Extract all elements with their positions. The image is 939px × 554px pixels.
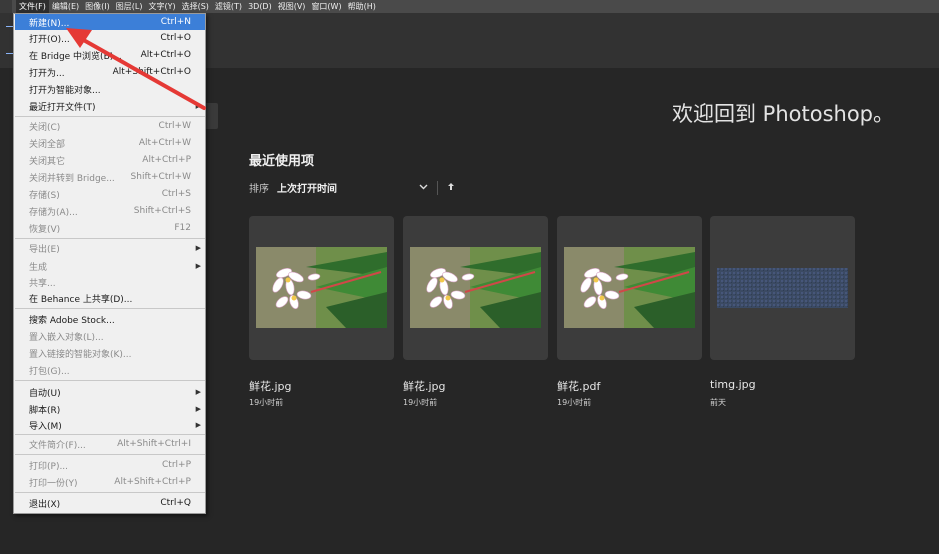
menu-item-search-adobe-stock[interactable]: 搜索 Adobe Stock... [15, 311, 205, 327]
menu-type[interactable]: 文字(Y) [145, 0, 178, 13]
menu-separator [15, 492, 205, 493]
menu-item-package[interactable]: 打包(G)... [15, 362, 205, 378]
recent-file-time: 19小时前 [249, 398, 284, 407]
menu-item-generate[interactable]: 生成 ▶ [15, 258, 205, 274]
arrow-up-icon[interactable] [448, 182, 454, 193]
menu-item-open-smart-object[interactable]: 打开为智能对象... [15, 81, 205, 97]
menu-item-print-one-copy[interactable]: 打印一份(Y) Alt+Shift+Ctrl+P [15, 474, 205, 490]
menu-separator [15, 308, 205, 309]
menu-item-open[interactable]: 打开(O)... Ctrl+O [15, 30, 205, 46]
menu-item-print[interactable]: 打印(P)... Ctrl+P [15, 457, 205, 473]
menu-item-exit[interactable]: 退出(X) Ctrl+Q [15, 495, 205, 511]
menu-item-file-info[interactable]: 文件简介(F)... Alt+Shift+Ctrl+I [15, 436, 205, 452]
menu-edit[interactable]: 编辑(E) [49, 0, 82, 13]
menu-3d[interactable]: 3D(D) [245, 0, 275, 13]
sort-divider [437, 180, 438, 195]
menu-item-save-as[interactable]: 存储为(A)... Shift+Ctrl+S [15, 203, 205, 219]
menu-item-open-as[interactable]: 打开为... Alt+Shift+Ctrl+O [15, 64, 205, 80]
recent-file-time: 19小时前 [557, 398, 592, 407]
menu-bar: 文件(F) 编辑(E) 图像(I) 图层(L) 文字(Y) 选择(S) 滤镜(T… [0, 0, 939, 13]
triangle-right-icon: ▶ [195, 421, 201, 429]
texture-thumbnail [717, 268, 848, 308]
menu-item-browse-bridge[interactable]: 在 Bridge 中浏览(B)... Alt+Ctrl+O [15, 47, 205, 63]
recent-file-time: 前天 [710, 398, 726, 407]
recent-file-name[interactable]: 鲜花.jpg [403, 378, 446, 394]
menu-item-place-embedded[interactable]: 置入嵌入对象(L)... [15, 328, 205, 344]
menu-separator [15, 454, 205, 455]
sort-dropdown[interactable]: 上次打开时间 [277, 180, 419, 195]
triangle-right-icon: ▶ [195, 244, 201, 252]
menu-separator [15, 238, 205, 239]
menu-item-close[interactable]: 关闭(C) Ctrl+W [15, 118, 205, 134]
welcome-heading: 欢迎回到 Photoshop。 [672, 102, 895, 126]
sort-controls: 排序 上次打开时间 [249, 180, 454, 195]
recent-file-name[interactable]: 鲜花.jpg [249, 378, 292, 394]
menu-item-automate[interactable]: 自动(U) ▶ [15, 384, 205, 400]
menu-select[interactable]: 选择(S) [179, 0, 212, 13]
flower-thumbnail [564, 247, 695, 328]
menu-item-scripts[interactable]: 脚本(R) ▶ [15, 401, 205, 417]
menu-separator [15, 116, 205, 117]
flower-thumbnail [256, 247, 387, 328]
menu-item-import[interactable]: 导入(M) ▶ [15, 417, 205, 433]
menu-item-close-to-bridge[interactable]: 关闭并转到 Bridge... Shift+Ctrl+W [15, 169, 205, 185]
menu-item-share-behance[interactable]: 在 Behance 上共享(D)... [15, 290, 205, 306]
recent-file-card[interactable] [403, 216, 548, 360]
file-menu-dropdown: 新建(N)... Ctrl+N 打开(O)... Ctrl+O 在 Bridge… [13, 13, 206, 514]
menu-item-save[interactable]: 存储(S) Ctrl+S [15, 186, 205, 202]
menu-item-new[interactable]: 新建(N)... Ctrl+N [15, 14, 205, 30]
recent-file-time: 19小时前 [403, 398, 438, 407]
menu-item-place-linked[interactable]: 置入链接的智能对象(K)... [15, 345, 205, 361]
photoshop-app-icon [0, 0, 12, 13]
recent-file-name[interactable]: timg.jpg [710, 378, 756, 391]
recent-file-card[interactable] [557, 216, 702, 360]
menu-help[interactable]: 帮助(H) [345, 0, 379, 13]
triangle-right-icon: ▶ [195, 388, 201, 396]
menu-separator [15, 380, 205, 381]
recent-file-card[interactable] [249, 216, 394, 360]
menu-item-export[interactable]: 导出(E) ▶ [15, 240, 205, 256]
menu-window[interactable]: 窗口(W) [308, 0, 344, 13]
recent-section-title: 最近使用项 [249, 154, 315, 169]
menu-file[interactable]: 文件(F) [16, 0, 49, 13]
menu-item-close-all[interactable]: 关闭全部 Alt+Ctrl+W [15, 135, 205, 151]
recent-file-card[interactable] [710, 216, 855, 360]
menu-view[interactable]: 视图(V) [275, 0, 309, 13]
menu-item-revert[interactable]: 恢复(V) F12 [15, 220, 205, 236]
menu-item-close-others[interactable]: 关闭其它 Alt+Ctrl+P [15, 152, 205, 168]
sort-label: 排序 [249, 184, 269, 195]
menu-separator [15, 434, 205, 435]
menu-item-share[interactable]: 共享... [15, 274, 205, 290]
chevron-down-icon[interactable] [419, 183, 433, 193]
menu-layer[interactable]: 图层(L) [113, 0, 146, 13]
triangle-right-icon: ▶ [195, 262, 201, 270]
recent-file-name[interactable]: 鲜花.pdf [557, 378, 600, 394]
menu-filter[interactable]: 滤镜(T) [212, 0, 245, 13]
menu-image[interactable]: 图像(I) [82, 0, 113, 13]
flower-thumbnail [410, 247, 541, 328]
menu-item-recent-files[interactable]: 最近打开文件(T) ▶ [15, 98, 205, 114]
triangle-right-icon: ▶ [195, 405, 201, 413]
triangle-right-icon: ▶ [195, 102, 201, 110]
